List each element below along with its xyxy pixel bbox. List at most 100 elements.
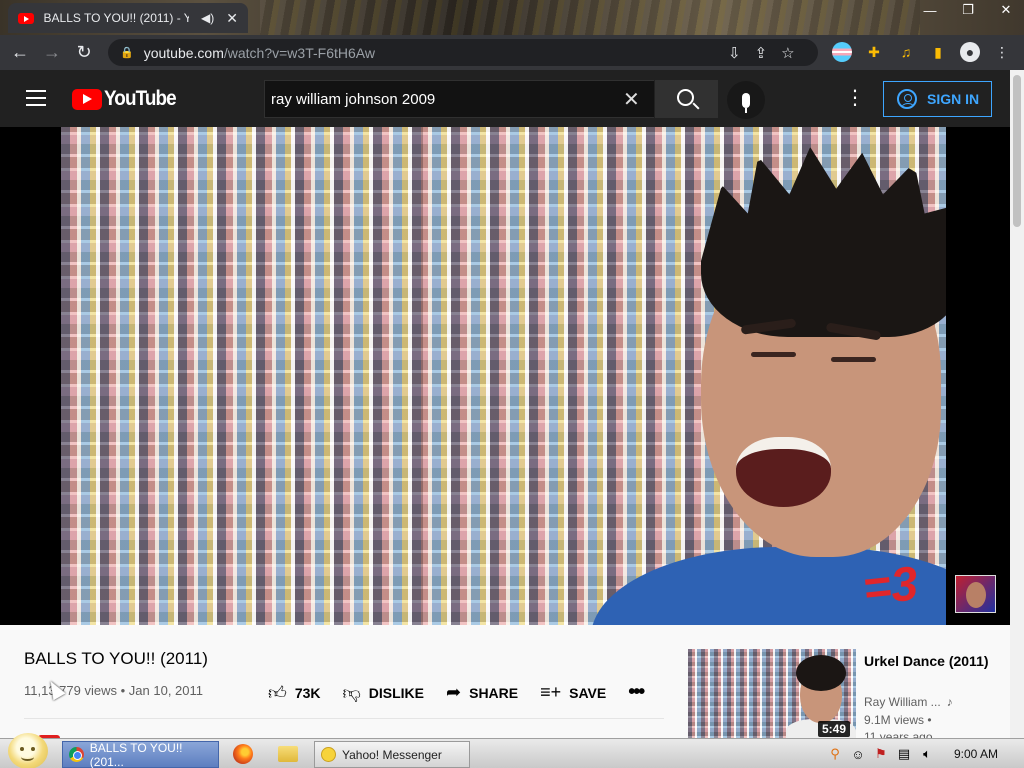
meta-separator: • — [117, 683, 129, 698]
recommended-title[interactable]: Urkel Dance (2011) — [864, 651, 1004, 671]
video-person-hair — [701, 147, 946, 337]
video-title: BALLS TO YOU!! (2011) — [24, 649, 208, 668]
recommended-channel[interactable]: Ray William ... ♪ — [864, 695, 953, 709]
forward-arrow-icon[interactable]: → — [36, 42, 68, 63]
close-tab-icon[interactable]: ✕ — [226, 10, 238, 27]
yahoo-messenger-icon — [321, 747, 336, 762]
address-bar-actions: ⇩ ⇪ ☆ — [728, 44, 795, 62]
browser-toolbar: ← → ↻ 🔒 youtube.com/watch?v=w3T-F6tH6Aw … — [0, 35, 1024, 70]
taskbar-item-chrome[interactable]: BALLS TO YOU!! (201... — [62, 741, 219, 768]
chrome-icon — [69, 747, 84, 762]
bookmark-star-icon[interactable]: ☆ — [781, 44, 794, 62]
status-tray-icon[interactable]: ☺ — [850, 746, 866, 762]
add-to-playlist-icon: ≡+ — [540, 682, 562, 702]
browser-tab-strip: BALLS TO YOU!! (2011) - YouTube ◀) ✕ — ❐… — [0, 0, 1024, 35]
profile-avatar-icon[interactable]: ● — [960, 42, 980, 62]
media-control-icon[interactable]: ♫ — [896, 42, 916, 62]
browser-tab[interactable]: BALLS TO YOU!! (2011) - YouTube ◀) ✕ — [8, 3, 248, 33]
system-tray: ⚲ ☺ ⚑ ▤ 🔈︎ 9:00 AM — [827, 739, 1024, 768]
video-person-eye — [831, 357, 876, 362]
hamburger-menu-icon[interactable] — [26, 90, 46, 111]
scrollbar-thumb[interactable] — [1013, 75, 1021, 227]
firefox-icon[interactable] — [233, 744, 253, 764]
divider — [24, 718, 664, 719]
clock[interactable]: 9:00 AM — [954, 747, 998, 761]
clear-search-icon[interactable]: ✕ — [623, 87, 640, 112]
channel-watermark[interactable] — [955, 575, 996, 613]
search-input[interactable] — [271, 90, 621, 108]
video-person-mouth — [736, 437, 831, 507]
youtube-wordmark: YouTube — [104, 87, 177, 110]
network-icon[interactable]: ▤ — [896, 746, 912, 762]
like-count: 73K — [294, 684, 321, 701]
video-wall-corner — [421, 127, 423, 625]
share-button[interactable]: ➦ SHARE — [446, 682, 518, 703]
voice-search-button[interactable] — [727, 81, 765, 119]
reload-icon[interactable]: ↻ — [68, 42, 100, 63]
lock-icon[interactable]: 🔒 — [120, 46, 134, 59]
flag-extension-icon[interactable] — [832, 42, 852, 62]
like-button[interactable]: 👍︎ 73K — [268, 682, 321, 704]
close-window-icon[interactable]: ✕ — [996, 2, 1016, 18]
volume-icon[interactable]: 🔈︎ — [919, 746, 935, 762]
taskbar: BALLS TO YOU!! (201... Yahoo! Messenger … — [0, 733, 1024, 768]
youtube-logo[interactable]: YouTube — [72, 87, 184, 111]
speaker-icon[interactable]: ◀) — [201, 11, 214, 25]
youtube-play-icon — [72, 88, 102, 110]
window-controls: — ❐ ✕ — [920, 0, 1016, 20]
sign-in-label: SIGN IN — [927, 91, 980, 107]
search-box: ✕ — [264, 80, 654, 118]
account-icon — [897, 89, 917, 109]
music-note-icon: ♪ — [946, 695, 953, 709]
publish-date: Jan 10, 2011 — [128, 683, 203, 698]
search-tray-icon[interactable]: ⚲ — [827, 746, 843, 762]
duration-badge: 5:49 — [818, 721, 851, 737]
video-info-area: BALLS TO YOU!! (2011) 11,13,779 views • … — [0, 625, 1010, 738]
video-actions: 👍︎ 73K 👎︎ DISLIKE ➦ SHARE ≡+ SAVE ••• — [268, 681, 645, 704]
install-icon[interactable]: ⇩ — [728, 44, 741, 62]
recommended-views: 9.1M views • — [864, 713, 932, 727]
search-button[interactable] — [655, 80, 718, 118]
side-panel-icon[interactable]: ▮ — [928, 42, 948, 62]
restore-icon[interactable]: ❐ — [958, 2, 978, 18]
thumbnail-person-hair — [796, 655, 846, 691]
taskbar-item-yahoo-messenger[interactable]: Yahoo! Messenger — [314, 741, 470, 768]
back-arrow-icon[interactable]: ← — [4, 42, 36, 63]
dislike-button[interactable]: 👎︎ DISLIKE — [343, 682, 425, 704]
youtube-header: YouTube ✕ ⋮ SIGN IN — [0, 70, 1010, 127]
settings-kebab-icon[interactable]: ⋮ — [845, 88, 865, 108]
video-person-eye — [751, 352, 796, 357]
taskbar-item-label: BALLS TO YOU!! (201... — [89, 740, 183, 768]
recommended-age: 11 years ago — [864, 731, 933, 738]
video-frame[interactable]: =3 — [61, 127, 946, 625]
extensions-puzzle-icon[interactable]: ✚ — [864, 42, 884, 62]
minimize-icon[interactable]: — — [920, 3, 940, 18]
screen: BALLS TO YOU!! (2011) - YouTube ◀) ✕ — ❐… — [0, 0, 1024, 768]
extensions-area: ✚ ♫ ▮ ● ⋮ — [832, 42, 1012, 62]
thumbs-down-icon: 👎︎ — [342, 682, 361, 703]
share-page-icon[interactable]: ⇪ — [755, 44, 768, 62]
video-overlay-text: =3 — [860, 557, 921, 616]
share-label: SHARE — [469, 684, 519, 701]
microphone-icon — [742, 92, 750, 113]
video-person — [591, 147, 946, 625]
video-player[interactable]: =3 — [0, 127, 1010, 625]
taskbar-item-label: Yahoo! Messenger — [342, 747, 442, 762]
dislike-label: DISLIKE — [368, 684, 425, 701]
recommended-video[interactable]: 5:49 Urkel Dance (2011) Ray William ... ♪… — [688, 649, 1008, 738]
flag-tray-icon[interactable]: ⚑ — [873, 746, 889, 762]
browser-menu-icon[interactable]: ⋮ — [992, 42, 1012, 62]
search-icon — [676, 89, 694, 106]
save-button[interactable]: ≡+ SAVE — [540, 682, 606, 703]
address-bar[interactable]: 🔒 youtube.com/watch?v=w3T-F6tH6Aw — [108, 39, 818, 66]
folder-icon[interactable] — [278, 746, 298, 762]
thumbs-up-icon: 👍︎ — [268, 682, 287, 703]
share-arrow-icon: ➦ — [446, 682, 462, 702]
save-label: SAVE — [569, 684, 607, 701]
more-actions-icon[interactable]: ••• — [628, 681, 645, 704]
view-count: 11,13,779 views — [24, 683, 117, 698]
tab-title: BALLS TO YOU!! (2011) - YouTube — [43, 11, 190, 25]
sign-in-button[interactable]: SIGN IN — [883, 81, 992, 117]
youtube-favicon-icon — [18, 12, 34, 24]
start-button-smiley-icon[interactable] — [8, 733, 48, 768]
